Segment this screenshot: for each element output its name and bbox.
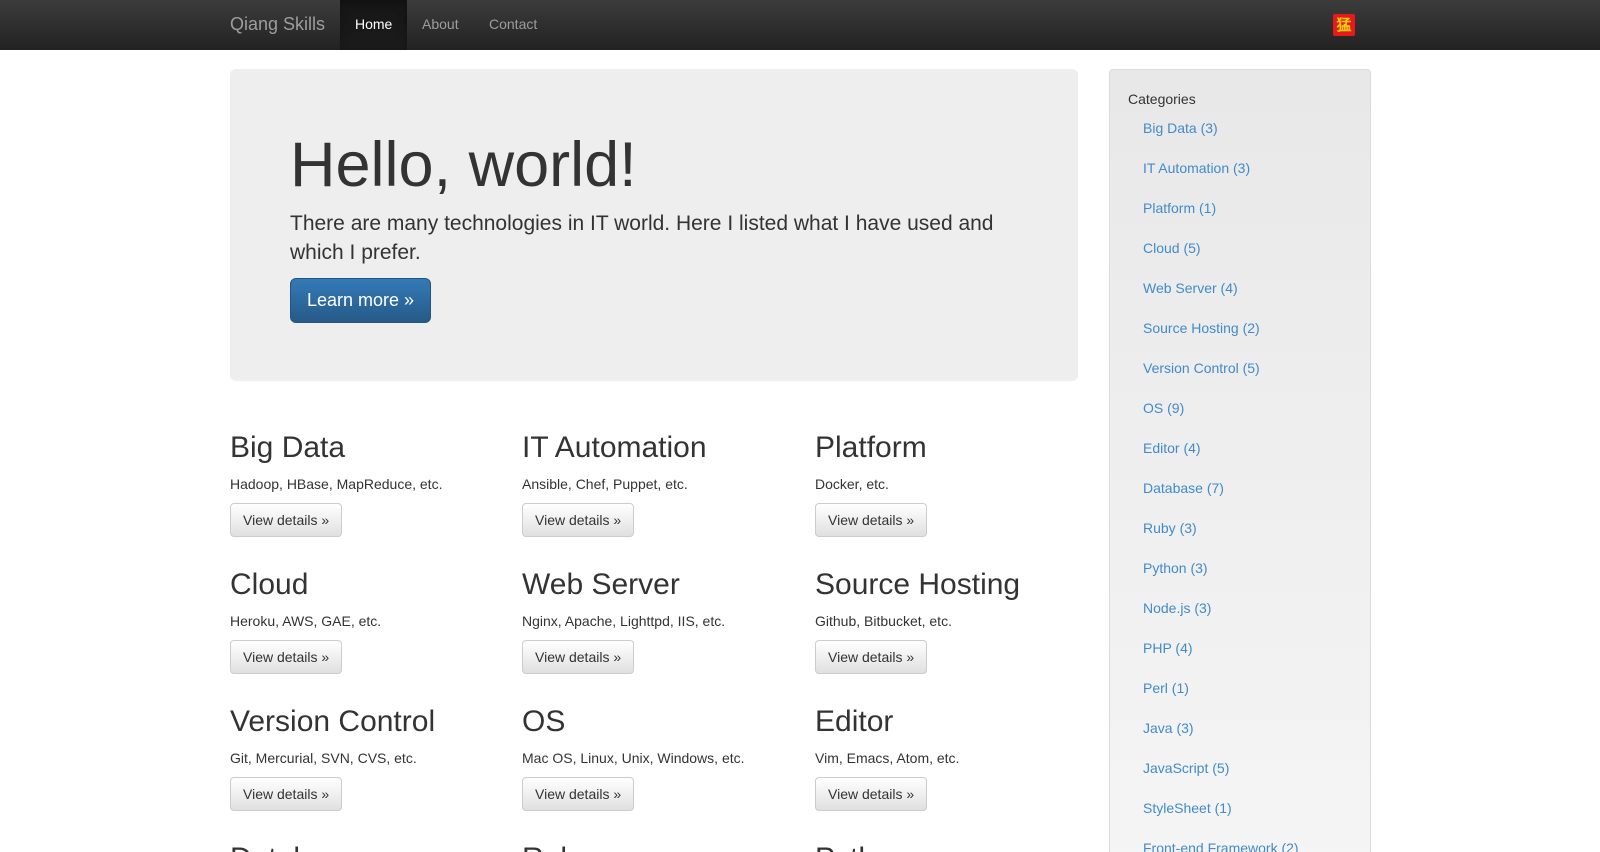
card-desc: Hadoop, HBase, MapReduce, etc.	[230, 476, 443, 492]
card-source-hosting: Source Hosting Github, Bitbucket, etc. V…	[815, 568, 1085, 674]
sidebar-item-link[interactable]: Ruby (3)	[1143, 520, 1299, 560]
sidebar-item-link[interactable]: IT Automation (3)	[1143, 160, 1299, 200]
card-desc: Vim, Emacs, Atom, etc.	[815, 750, 960, 766]
hero-title: Hello, world!	[290, 130, 637, 200]
card-title: Source Hosting	[815, 568, 1021, 601]
card-it-automation: IT Automation Ansible, Chef, Puppet, etc…	[522, 431, 792, 537]
sidebar-item-link[interactable]: Perl (1)	[1143, 680, 1299, 720]
sidebar-item-link[interactable]: Java (3)	[1143, 720, 1299, 760]
card-title: Web Server	[522, 568, 680, 601]
nav-contact[interactable]: Contact	[474, 0, 552, 50]
view-details-button[interactable]: View details »	[815, 777, 928, 811]
card-title: IT Automation	[522, 431, 707, 464]
card-ruby: Ruby	[522, 842, 792, 852]
sidebar-item-link[interactable]: Source Hosting (2)	[1143, 320, 1299, 360]
card-desc: Heroku, AWS, GAE, etc.	[230, 613, 382, 629]
sidebar-title: Categories	[1128, 91, 1196, 107]
sidebar-item-link[interactable]: Web Server (4)	[1143, 280, 1299, 320]
sidebar-item-link[interactable]: Node.js (3)	[1143, 600, 1299, 640]
sidebar-item-link[interactable]: Editor (4)	[1143, 440, 1299, 480]
view-details-button[interactable]: View details »	[230, 777, 343, 811]
card-title: Version Control	[230, 705, 436, 738]
view-details-button[interactable]: View details »	[522, 503, 635, 537]
sidebar-item-link[interactable]: Python (3)	[1143, 560, 1299, 600]
card-python: Python	[815, 842, 1085, 852]
view-details-button[interactable]: View details »	[230, 503, 343, 537]
card-title: OS	[522, 705, 566, 738]
card-database: Database	[230, 842, 500, 852]
sidebar-item-link[interactable]: Front-end Framework (2)	[1143, 840, 1299, 852]
card-title: Ruby	[522, 842, 792, 852]
sidebar-item-link[interactable]: OS (9)	[1143, 400, 1299, 440]
hero-jumbotron: Hello, world! There are many technologie…	[230, 69, 1078, 381]
learn-more-button[interactable]: Learn more »	[290, 278, 431, 323]
card-desc: Docker, etc.	[815, 476, 889, 492]
top-navbar: Qiang Skills Home About Contact 猛	[0, 0, 1600, 50]
card-platform: Platform Docker, etc. View details »	[815, 431, 1085, 537]
card-title: Python	[815, 842, 1085, 852]
sidebar-item-link[interactable]: JavaScript (5)	[1143, 760, 1299, 800]
sidebar-item-link[interactable]: Platform (1)	[1143, 200, 1299, 240]
hero-text: There are many technologies in IT world.…	[290, 212, 994, 264]
card-desc: Github, Bitbucket, etc.	[815, 613, 952, 629]
card-desc: Nginx, Apache, Lighttpd, IIS, etc.	[522, 613, 726, 629]
view-details-button[interactable]: View details »	[522, 777, 635, 811]
logo-glyph: 猛	[1336, 15, 1352, 34]
nav-about[interactable]: About	[407, 0, 474, 50]
view-details-button[interactable]: View details »	[815, 640, 928, 674]
card-os: OS Mac OS, Linux, Unix, Windows, etc. Vi…	[522, 705, 792, 811]
card-version-control: Version Control Git, Mercurial, SVN, CVS…	[230, 705, 500, 811]
card-title: Big Data	[230, 431, 346, 464]
view-details-button[interactable]: View details »	[230, 640, 343, 674]
card-desc: Git, Mercurial, SVN, CVS, etc.	[230, 750, 417, 766]
card-title: Cloud	[230, 568, 309, 601]
sidebar-item-link[interactable]: Database (7)	[1143, 480, 1299, 520]
card-web-server: Web Server Nginx, Apache, Lighttpd, IIS,…	[522, 568, 792, 674]
sidebar-item-link[interactable]: Cloud (5)	[1143, 240, 1299, 280]
view-details-button[interactable]: View details »	[522, 640, 635, 674]
card-title: Editor	[815, 705, 894, 738]
sidebar-category-list: Big Data (3) IT Automation (3) Platform …	[1143, 120, 1299, 852]
nav-home[interactable]: Home	[340, 0, 408, 50]
red-logo-badge-icon[interactable]: 猛	[1333, 14, 1355, 36]
categories-sidebar: Categories Big Data (3) IT Automation (3…	[1109, 69, 1371, 852]
sidebar-item-link[interactable]: StyleSheet (1)	[1143, 800, 1299, 840]
card-title: Database	[230, 842, 500, 852]
sidebar-item-link[interactable]: Big Data (3)	[1143, 120, 1299, 160]
card-title: Platform	[815, 431, 927, 464]
card-desc: Ansible, Chef, Puppet, etc.	[522, 476, 688, 492]
brand-link[interactable]: Qiang Skills	[230, 14, 325, 35]
card-desc: Mac OS, Linux, Unix, Windows, etc.	[522, 750, 745, 766]
sidebar-item-link[interactable]: PHP (4)	[1143, 640, 1299, 680]
view-details-button[interactable]: View details »	[815, 503, 928, 537]
card-big-data: Big Data Hadoop, HBase, MapReduce, etc. …	[230, 431, 500, 537]
card-cloud: Cloud Heroku, AWS, GAE, etc. View detail…	[230, 568, 500, 674]
card-editor: Editor Vim, Emacs, Atom, etc. View detai…	[815, 705, 1085, 811]
sidebar-item-link[interactable]: Version Control (5)	[1143, 360, 1299, 400]
